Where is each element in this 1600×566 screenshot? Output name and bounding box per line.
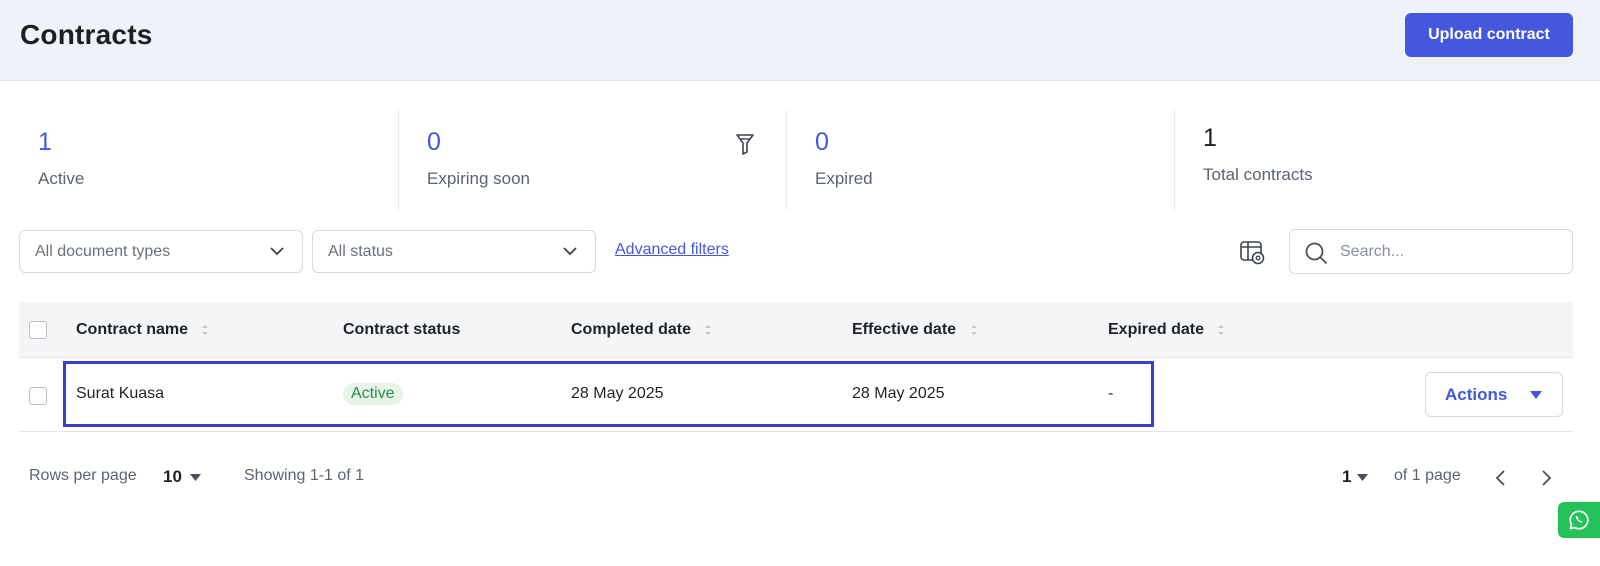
select-all-checkbox[interactable] (29, 321, 47, 339)
search-input[interactable] (1340, 239, 1560, 265)
whatsapp-chat-button[interactable] (1558, 502, 1600, 538)
caret-down-icon (1357, 474, 1368, 481)
status-value: All status (328, 243, 393, 260)
next-page-icon[interactable] (1536, 467, 1556, 489)
column-effective-date[interactable]: Effective date (852, 321, 979, 339)
stat-expired[interactable]: 0 Expired (815, 110, 1155, 210)
status-badge: Active (343, 383, 403, 405)
column-contract-name-label: Contract name (76, 321, 189, 338)
stat-total-value: 1 (1203, 124, 1217, 152)
rows-per-page-label: Rows per page (29, 467, 137, 484)
prev-page-icon[interactable] (1491, 467, 1511, 489)
page-header: Contracts Upload contract (0, 0, 1600, 81)
search-box[interactable] (1289, 229, 1573, 274)
sort-icon (970, 324, 977, 335)
column-expired-date-label: Expired date (1108, 321, 1205, 338)
stat-divider (1174, 110, 1175, 210)
table-row[interactable]: Surat Kuasa Active 28 May 2025 28 May 20… (19, 359, 1573, 432)
stat-expired-label: Expired (815, 169, 873, 188)
stat-expiring-value: 0 (427, 128, 441, 156)
stat-active-label: Active (38, 169, 85, 188)
stat-expired-value: 0 (815, 128, 829, 156)
actions-button[interactable]: Actions (1425, 372, 1563, 417)
column-contract-name[interactable]: Contract name (76, 321, 210, 339)
total-pages: of 1 page (1394, 467, 1461, 484)
column-completed-date[interactable]: Completed date (571, 321, 713, 339)
actions-button-label: Actions (1445, 384, 1508, 404)
status-select[interactable]: All status (312, 230, 596, 273)
funnel-icon[interactable] (735, 132, 755, 156)
stats-panel: 1 Active 0 Expiring soon 0 Expired 1 Tot… (0, 110, 1600, 210)
document-type-select[interactable]: All document types (19, 230, 303, 273)
page-title: Contracts (20, 19, 153, 50)
whatsapp-icon (1569, 510, 1589, 530)
contract-name-cell[interactable]: Surat Kuasa (76, 385, 164, 403)
search-icon (1305, 242, 1327, 264)
stat-expiring-soon[interactable]: 0 Expiring soon (427, 110, 767, 210)
completed-date-cell: 28 May 2025 (571, 385, 664, 402)
rows-per-page-value: 10 (163, 467, 182, 486)
current-page-value: 1 (1342, 467, 1352, 486)
sort-icon (202, 324, 209, 335)
column-expired-date[interactable]: Expired date (1108, 321, 1226, 339)
stat-total: 1 Total contracts (1203, 110, 1563, 210)
page-select[interactable]: 1 (1342, 465, 1376, 487)
document-type-value: All document types (35, 243, 171, 260)
column-contract-status: Contract status (343, 321, 460, 339)
table-settings-icon[interactable] (1238, 238, 1266, 266)
contracts-page: Contracts Upload contract 1 Active 0 Exp… (0, 0, 1600, 566)
stat-total-label: Total contracts (1203, 165, 1313, 184)
expired-date-cell: - (1108, 385, 1114, 402)
upload-contract-button[interactable]: Upload contract (1405, 13, 1573, 57)
advanced-filters-link[interactable]: Advanced filters (615, 241, 729, 259)
sort-icon (705, 324, 712, 335)
stat-divider (786, 110, 787, 210)
chevron-down-icon (563, 247, 577, 256)
row-checkbox[interactable] (29, 387, 47, 405)
column-contract-status-label: Contract status (343, 321, 461, 338)
column-effective-date-label: Effective date (852, 321, 957, 338)
stat-active[interactable]: 1 Active (38, 110, 378, 210)
stat-divider (398, 110, 399, 210)
table-header: Contract name Contract status Completed … (19, 302, 1573, 358)
showing-count: Showing 1-1 of 1 (244, 467, 365, 484)
stat-expiring-label: Expiring soon (427, 169, 531, 188)
effective-date-cell: 28 May 2025 (852, 385, 945, 402)
rows-per-page-select[interactable]: 10 (163, 465, 213, 487)
caret-down-icon (1530, 391, 1542, 399)
chevron-down-icon (270, 247, 284, 256)
sort-icon (1218, 324, 1225, 335)
stat-active-value: 1 (38, 128, 52, 156)
caret-down-icon (190, 474, 201, 481)
column-completed-date-label: Completed date (571, 321, 692, 338)
